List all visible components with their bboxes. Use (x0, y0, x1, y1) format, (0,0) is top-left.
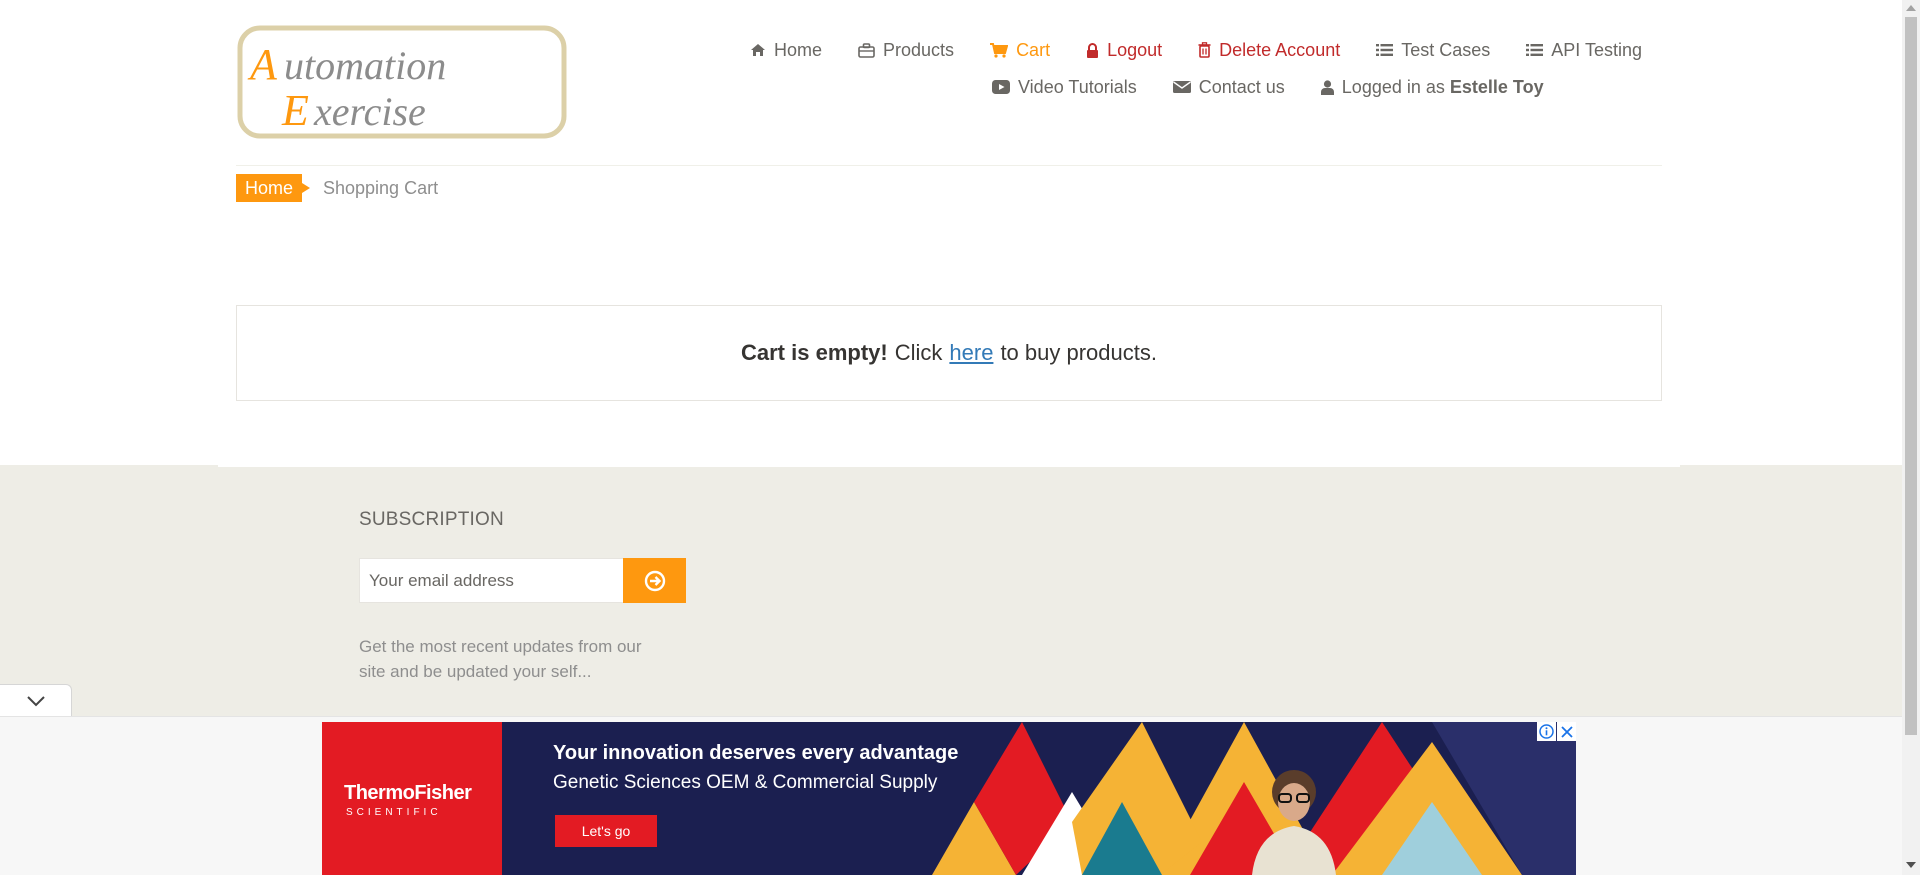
youtube-play-icon (992, 80, 1010, 94)
nav-delete-account[interactable]: Delete Account (1198, 40, 1340, 61)
subscription-email-input[interactable] (359, 558, 624, 603)
nav-delete-account-label: Delete Account (1219, 39, 1341, 60)
list-icon (1526, 44, 1544, 56)
ad-info-button[interactable] (1537, 722, 1556, 741)
scrollbar-thumb[interactable] (1905, 17, 1917, 735)
chevron-down-icon (26, 695, 45, 706)
vertical-scrollbar[interactable] (1902, 0, 1920, 875)
nav-video-tutorials-label: Video Tutorials (1018, 76, 1137, 97)
nav-products-label: Products (883, 39, 955, 60)
cart-empty-bold: Cart is empty! (741, 340, 888, 365)
nav-video-tutorials[interactable]: Video Tutorials (992, 77, 1137, 98)
arrow-circle-right-icon (644, 570, 665, 591)
nav-contact-us-label: Contact us (1198, 76, 1285, 97)
ad-brand-panel: ThermoFisher SCIENTIFIC (322, 722, 502, 875)
ad-cta-button[interactable]: Let's go (555, 815, 657, 847)
nav-cart[interactable]: Cart (990, 40, 1050, 61)
nav-home[interactable]: Home (750, 40, 822, 61)
scroll-up-arrow-icon[interactable] (1906, 5, 1916, 11)
breadcrumb-current: Shopping Cart (323, 178, 439, 198)
nav-logged-in-user: Logged in as Estelle Toy (1320, 76, 1544, 98)
ad-close-button[interactable] (1557, 722, 1576, 741)
logged-in-username: Estelle Toy (1449, 76, 1544, 97)
logo-text-line1: utomation (284, 43, 446, 88)
nav-home-label: Home (774, 39, 823, 60)
breadcrumb-home[interactable]: Home (236, 174, 311, 202)
main-nav-row2: Video Tutorials Contact us Logged in as … (992, 75, 1544, 99)
site-logo[interactable]: A utomation E xercise (236, 24, 568, 140)
nav-cart-label: Cart (1016, 39, 1051, 60)
cart-empty-message: Cart is empty! Click here to buy product… (236, 305, 1662, 401)
nav-test-cases[interactable]: Test Cases (1376, 40, 1490, 61)
page: A utomation E xercise Home Products Cart… (0, 0, 1920, 875)
subscription-title: SUBSCRIPTION (359, 509, 504, 530)
main-nav-row1: Home Products Cart Logout Delete Account… (714, 38, 1642, 62)
briefcase-icon (858, 42, 875, 58)
svg-text:E: E (281, 86, 309, 135)
cart-icon (990, 42, 1009, 58)
footer-divider (218, 465, 1680, 467)
ad-brand-tagline: SCIENTIFIC (346, 807, 442, 818)
info-icon (1539, 724, 1554, 739)
nav-logout-label: Logout (1107, 39, 1163, 60)
nav-logout[interactable]: Logout (1086, 40, 1162, 61)
trash-icon (1198, 42, 1211, 58)
svg-text:A: A (247, 40, 278, 89)
ad-banner[interactable]: ThermoFisher SCIENTIFIC Your innovation … (322, 722, 1576, 875)
ad-subline: Genetic Sciences OEM & Commercial Supply (553, 772, 938, 793)
nav-api-testing[interactable]: API Testing (1526, 40, 1642, 61)
scroll-down-arrow-icon[interactable] (1906, 862, 1916, 868)
collapse-ad-button[interactable] (0, 684, 72, 716)
cart-empty-click: Click (894, 340, 943, 365)
ad-brand-name: ThermoFisher (344, 782, 472, 804)
svg-text:xercise: xercise (313, 89, 426, 134)
ad-headline: Your innovation deserves every advantage (553, 742, 959, 764)
user-icon (1320, 79, 1334, 95)
logged-in-prefix: Logged in as (1341, 76, 1445, 97)
envelope-icon (1172, 81, 1191, 93)
home-icon (751, 44, 765, 56)
nav-test-cases-label: Test Cases (1401, 39, 1491, 60)
header-divider (236, 165, 1662, 166)
nav-products[interactable]: Products (858, 40, 954, 61)
close-icon (1560, 725, 1573, 738)
list-icon (1376, 44, 1394, 56)
lock-icon (1087, 42, 1099, 58)
nav-api-testing-label: API Testing (1551, 39, 1642, 60)
cart-empty-suffix: to buy products. (1000, 340, 1157, 365)
subscribe-button[interactable] (623, 558, 686, 603)
buy-products-link[interactable]: here (949, 340, 993, 366)
footer (0, 465, 1902, 730)
subscription-description: Get the most recent updates from our sit… (359, 637, 642, 681)
nav-contact-us[interactable]: Contact us (1172, 76, 1285, 98)
